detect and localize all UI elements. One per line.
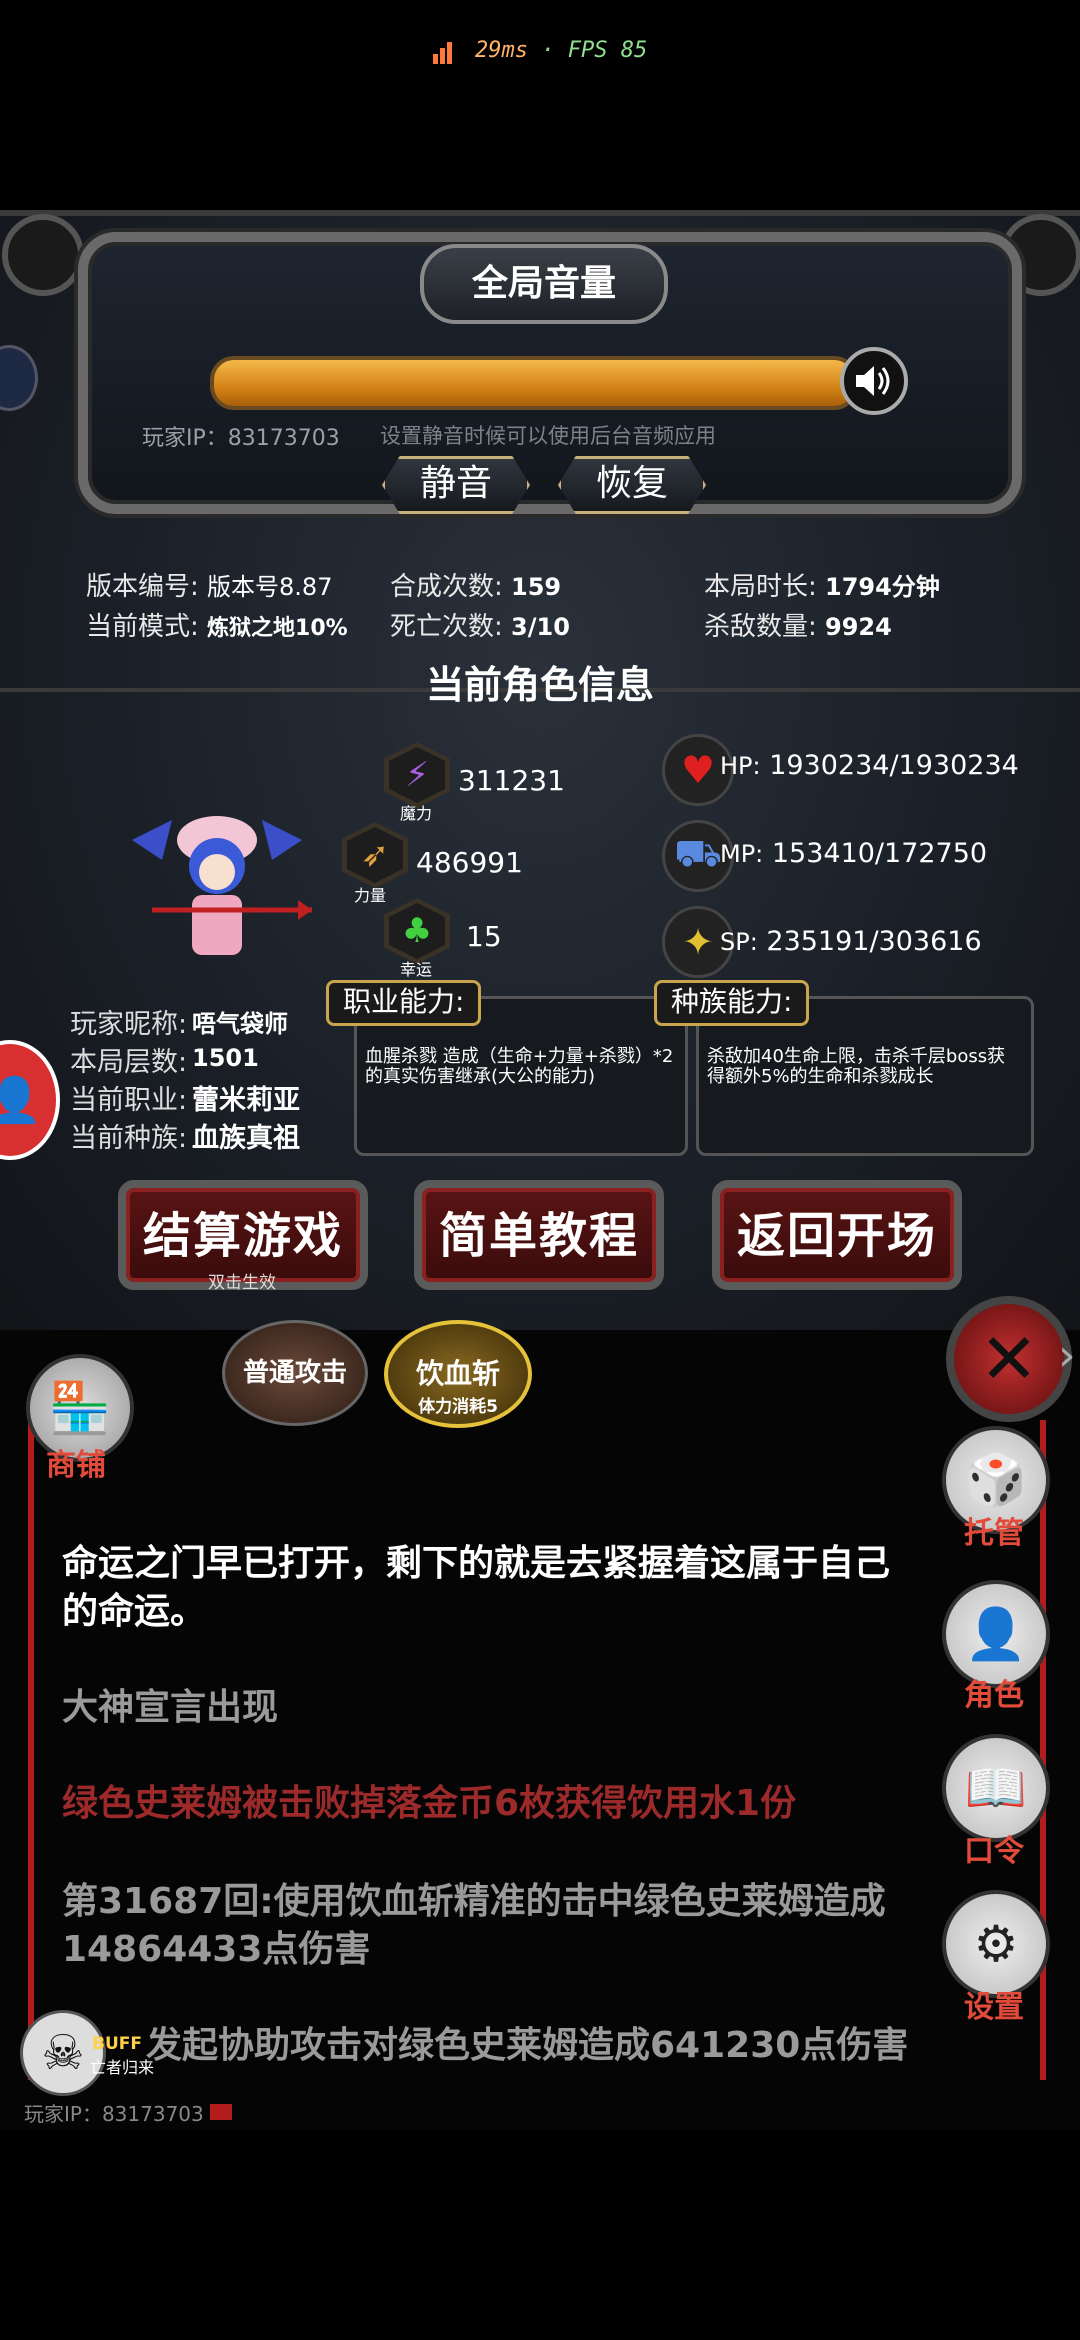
time-value: 1794分钟 [825,573,940,601]
settings-label[interactable]: 设置 [934,1982,1054,2026]
race-value: 血族真祖 [192,1123,300,1154]
role-label[interactable]: 角色 [934,1670,1054,1714]
race-ability-text: 杀敌加40生命上限，击杀千层boss获得额外5%的生命和杀戮成长 [707,1046,1006,1087]
code-label[interactable]: 口令 [934,1826,1054,1870]
synth-stat: 合成次数: 159 [390,566,561,603]
floor-label: 本局层数: [70,1047,188,1078]
death-stat: 死亡次数: 3/10 [390,606,570,643]
log-line-2: 大神宣言出现 [62,1687,279,1728]
sp-value: 235191/303616 [766,926,982,957]
floor-value: 1501 [192,1044,259,1072]
sp-row: SP: 235191/303616 [720,926,982,957]
luck-value: 15 [466,920,502,953]
corner-ornament [2,214,84,296]
blood-slash-skill[interactable]: 饮血斩 体力消耗5 [384,1320,532,1428]
blood-slash-cost: 体力消耗5 [418,1397,498,1417]
character-sprite [132,816,312,955]
auto-label[interactable]: 托管 [934,1508,1054,1552]
race-ability-tab: 种族能力: [654,980,810,1026]
version-value: 版本号8.87 [207,573,333,601]
buff-name: 亡者归来 [90,2058,155,2077]
status-separator: · [541,38,555,63]
return-button[interactable]: 返回开场 [712,1180,962,1290]
mute-button[interactable]: 静音 [382,456,530,514]
hp-value: 1930234/1930234 [769,750,1019,781]
normal-attack-label: 普通攻击 [242,1358,347,1388]
time-stat: 本局时长: 1794分钟 [704,566,940,603]
player-ip: 玩家IP：83173703 [142,426,340,451]
hp-row: HP: 1930234/1930234 [720,750,1019,781]
mp-row: MP: 153410/172750 [720,838,987,869]
ping-text: 29ms [475,38,528,63]
synth-value: 159 [511,573,562,601]
fps-text: FPS 85 [567,38,648,63]
luck-caption: 幸运 [400,960,433,979]
log-line-1: 命运之门早已打开，剩下的就是去紧握着这属于自己的命运。 [62,1543,891,1632]
close-icon[interactable]: ✕ [946,1296,1072,1422]
footer-ip: 玩家IP：83173703 [24,2102,204,2126]
job-value: 蕾米莉亚 [192,1085,300,1116]
settle-hint: 双击生效 [208,1273,276,1293]
mode-stat: 当前模式: 炼狱之地10% [86,606,348,643]
shop-label[interactable]: 商铺 [16,1440,136,1484]
strength-value: 486991 [416,846,523,879]
mode-label: 当前模式: [86,612,199,642]
footer-marker [210,2104,232,2120]
hp-label: HP: [720,752,761,780]
mp-value: 153410/172750 [771,838,988,869]
synth-label: 合成次数: [390,572,503,602]
mode-value: 炼狱之地10% [207,616,348,641]
kills-label: 杀敌数量: [704,612,817,642]
version-label: 版本编号: [86,572,199,602]
strength-caption: 力量 [354,886,387,905]
magic-value: 311231 [458,764,565,797]
kills-stat: 杀敌数量: 9924 [704,606,892,643]
job-label: 当前职业: [70,1085,188,1116]
blood-slash-label: 饮血斩 [415,1357,500,1390]
section-title: 当前角色信息 [425,663,654,707]
signal-icon [432,39,454,64]
nickname-value: 唔气袋师 [192,1010,288,1038]
mp-label: MP: [720,840,764,868]
log-line-5: 发起协助攻击对绿色史莱姆造成641230点伤害 [146,2025,909,2066]
magic-caption: 魔力 [400,804,433,823]
nickname-label: 玩家昵称: [70,1009,188,1040]
race-label: 当前种族: [70,1123,188,1154]
time-label: 本局时长: [704,572,817,602]
kills-value: 9924 [825,613,892,641]
chevron-right-icon[interactable]: › [1058,1330,1076,1381]
log-border-left [28,1420,34,2080]
buff-label: BUFF [92,2034,142,2054]
death-label: 死亡次数: [390,612,503,642]
log-line-3: 绿色史莱姆被击败掉落金币6枚获得饮用水1份 [62,1783,797,1824]
job-ability-text: 血腥杀戮 造成（生命+力量+杀戮）*2的真实伤害继承(大公的能力) [365,1046,674,1087]
death-value: 3/10 [511,613,570,641]
restore-button[interactable]: 恢复 [558,456,706,514]
volume-title: 全局音量 [420,244,668,324]
job-ability-tab: 职业能力: [326,980,482,1026]
sp-label: SP: [720,928,758,956]
volume-slider[interactable] [210,356,858,410]
speaker-icon[interactable] [840,347,908,415]
mute-hint: 设置静音时候可以使用后台音频应用 [380,424,716,448]
tutorial-button[interactable]: 简单教程 [414,1180,664,1290]
log-line-4: 第31687回:使用饮血斩精准的击中绿色史莱姆造成14864433点伤害 [62,1881,886,1970]
status-bar: 29ms · FPS 85 [0,38,1080,64]
version-stat: 版本编号: 版本号8.87 [86,566,332,603]
normal-attack-skill[interactable]: 普通攻击 [222,1320,368,1426]
